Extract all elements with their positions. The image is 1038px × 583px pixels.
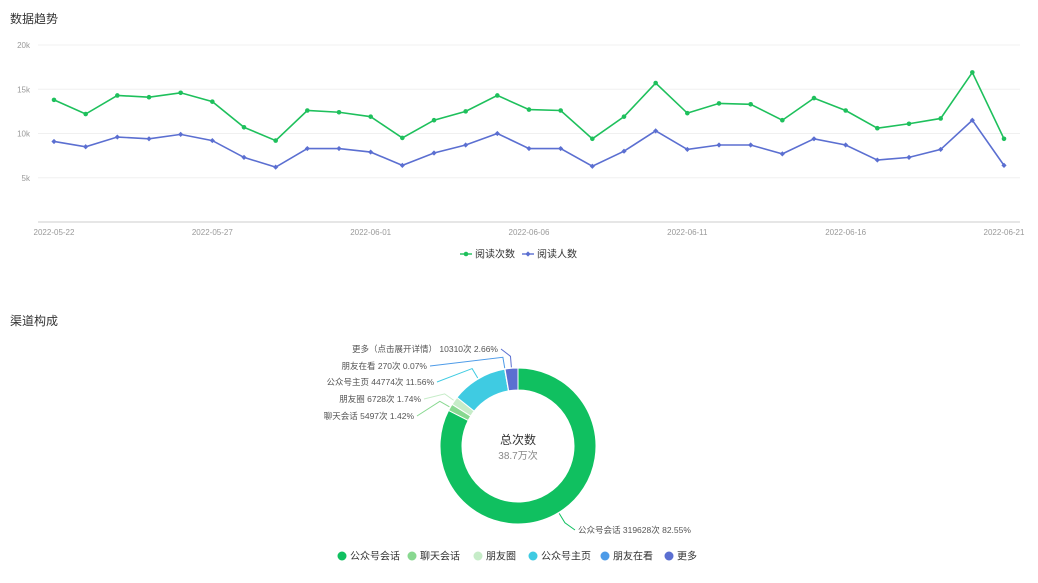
data-point-reads [906, 121, 912, 127]
x-tick-label: 2022-06-16 [825, 228, 866, 237]
data-point-reads [336, 109, 342, 115]
data-point-readers [906, 154, 912, 160]
data-point-readers [748, 142, 754, 148]
charts-canvas: 5k 10k 15k 20k 2022-05-22 2022-05-27 2022-06-0… [17, 41, 1025, 563]
data-point-reads [938, 116, 943, 121]
legend-dot[interactable] [600, 551, 610, 561]
data-point-reads [526, 107, 532, 112]
legend-dot[interactable] [473, 551, 483, 561]
legend-label-1: 阅读次数 [475, 248, 515, 261]
data-point-reads [1001, 136, 1007, 142]
data-point-readers [51, 138, 57, 145]
pie-slice-label: 公众号会话 319628次 82.55% [578, 525, 691, 535]
data-point-reads [178, 90, 183, 96]
data-point-reads [875, 125, 880, 131]
data-point-readers [716, 142, 722, 148]
pie-slice-label: 聊天会话 5497次 1.42% [324, 411, 415, 421]
x-tick-label: 2022-05-22 [34, 228, 75, 237]
data-point-reads [653, 80, 658, 86]
legend-item-label[interactable]: 聊天会话 [420, 550, 460, 563]
data-point-reads [685, 110, 690, 116]
data-point-readers [146, 136, 152, 142]
legend-item-label[interactable]: 朋友圈 [486, 550, 516, 563]
data-point-reads [210, 99, 215, 104]
pie-slice-label: 公众号主页 44774次 11.56% [326, 377, 434, 387]
pie-leader-line [558, 513, 576, 531]
data-point-reads [241, 125, 247, 130]
data-point-readers [368, 149, 374, 155]
data-point-readers [494, 130, 500, 137]
data-point-readers [178, 131, 184, 137]
data-point-reads [558, 108, 563, 113]
data-point-readers [526, 145, 532, 152]
legend-label-2: 阅读人数 [537, 248, 577, 261]
legend-dot[interactable] [664, 551, 674, 561]
x-tick-label: 2022-06-21 [984, 228, 1025, 237]
data-point-readers [114, 134, 120, 140]
legend-item-label[interactable]: 朋友在看 [613, 550, 653, 563]
data-point-reads [83, 111, 88, 117]
legend-diamond-marker [525, 251, 531, 257]
data-point-reads [51, 97, 57, 103]
data-point-reads [305, 108, 310, 113]
data-point-reads [115, 93, 120, 98]
data-point-reads [400, 135, 405, 141]
pie-slice-label: 更多（点击展开详情） 10310次 2.66% [352, 344, 498, 354]
data-point-reads [273, 138, 278, 143]
data-point-reads [621, 114, 627, 119]
legend-item-label[interactable]: 更多 [677, 550, 697, 563]
data-point-readers [431, 150, 437, 156]
pie-leader-line [423, 393, 454, 401]
data-point-reads [431, 117, 437, 123]
donut-center-title: 总次数 [500, 432, 536, 447]
data-point-reads [748, 101, 753, 107]
pie-leader-line [436, 367, 479, 383]
legend-dot[interactable] [528, 551, 538, 561]
data-point-reads [716, 101, 722, 106]
data-point-reads [811, 95, 817, 101]
data-point-reads [495, 93, 500, 98]
pie-leader-line [416, 400, 450, 417]
x-tick-label: 2022-06-06 [509, 228, 550, 237]
data-point-reads [843, 108, 848, 113]
y-tick-label: 20k [17, 41, 31, 50]
legend-item-label[interactable]: 公众号主页 [541, 551, 591, 563]
data-point-reads [463, 109, 468, 114]
y-tick-label: 10k [17, 130, 31, 139]
data-point-readers [779, 151, 785, 157]
data-point-reads [590, 136, 595, 142]
data-point-reads [970, 70, 975, 75]
y-tick-label: 15k [17, 85, 31, 94]
series-line-1 [53, 70, 1005, 142]
data-point-readers [463, 142, 469, 148]
donut-center-value: 38.7万次 [498, 449, 537, 462]
series-line-2 [53, 119, 1005, 168]
legend-dot[interactable] [407, 551, 417, 561]
legend-item-label[interactable]: 公众号会话 [350, 550, 400, 563]
x-tick-label: 2022-06-01 [350, 228, 391, 237]
data-point-reads [146, 94, 152, 100]
y-tick-label: 5k [22, 174, 31, 183]
legend-dot-marker [463, 251, 469, 257]
data-point-reads [780, 117, 785, 123]
x-tick-label: 2022-05-27 [192, 228, 233, 237]
data-point-readers [83, 144, 89, 150]
data-point-reads [368, 114, 373, 119]
data-point-readers [336, 145, 342, 152]
pie-slice-label: 朋友圈 6728次 1.74% [339, 394, 421, 404]
data-point-readers [811, 136, 817, 142]
data-point-readers [843, 142, 849, 148]
data-point-readers [399, 162, 405, 168]
legend-dot[interactable] [337, 551, 347, 561]
pie-slice-label: 朋友在看 270次 0.07% [341, 361, 427, 371]
data-point-readers [874, 157, 880, 163]
pie-leader-line [429, 356, 506, 369]
x-tick-label: 2022-06-11 [667, 228, 708, 237]
